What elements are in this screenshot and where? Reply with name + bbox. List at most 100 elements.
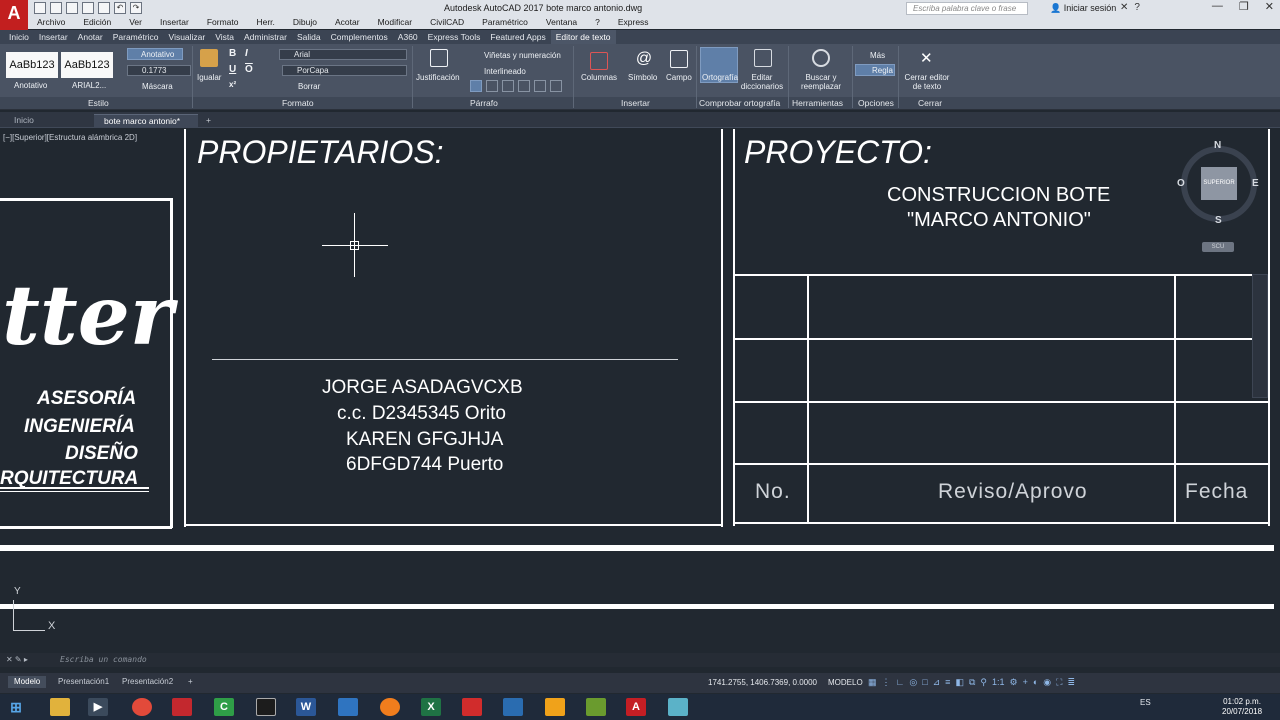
- viewcube-east[interactable]: E: [1252, 178, 1259, 189]
- taskbar-clock[interactable]: 01:02 p.m. 20/07/2018: [1222, 697, 1262, 717]
- isolate-objects-icon[interactable]: ◐: [1033, 677, 1038, 688]
- menu-help[interactable]: ?: [586, 17, 609, 29]
- chrome-icon[interactable]: [132, 698, 152, 716]
- language-indicator[interactable]: ES: [1140, 698, 1151, 707]
- viewcube-south[interactable]: S: [1215, 215, 1222, 226]
- tab-parametrico[interactable]: Paramétrico: [108, 30, 164, 44]
- search-input[interactable]: Escriba palabra clave o frase: [906, 2, 1028, 15]
- overline-button[interactable]: O: [245, 64, 253, 75]
- plus-icon[interactable]: +: [1023, 677, 1028, 688]
- help-icon[interactable]: ?: [1134, 2, 1140, 13]
- align-left-icon[interactable]: [470, 80, 482, 92]
- campo-button[interactable]: Campo: [666, 73, 692, 82]
- menu-parametrico[interactable]: Paramétrico: [473, 17, 537, 29]
- layout-tab-modelo[interactable]: Modelo: [8, 676, 47, 688]
- menu-herr[interactable]: Herr.: [247, 17, 283, 29]
- workspace-gear-icon[interactable]: ⚙: [1010, 677, 1018, 688]
- doc-tab-active[interactable]: bote marco antonio*: [94, 114, 198, 128]
- close-icon[interactable]: ✕: [1265, 0, 1274, 13]
- menu-archivo[interactable]: Archivo: [28, 17, 74, 29]
- doc-tab-inicio[interactable]: Inicio: [4, 114, 88, 128]
- bullets-button[interactable]: Viñetas y numeración: [484, 51, 561, 60]
- simbolo-button[interactable]: Símbolo: [628, 73, 657, 82]
- tab-express-tools[interactable]: Express Tools: [423, 30, 486, 44]
- transparency-icon[interactable]: ◧: [955, 677, 964, 688]
- justification-icon[interactable]: [430, 49, 448, 67]
- text-height-field[interactable]: 0.1773: [127, 65, 191, 76]
- tab-complementos[interactable]: Complementos: [326, 30, 393, 44]
- viewcube-west[interactable]: O: [1177, 178, 1185, 189]
- dictionary-icon[interactable]: [754, 49, 772, 67]
- underline-button[interactable]: U: [229, 64, 236, 75]
- clean-screen-icon[interactable]: ⛶: [1056, 677, 1062, 688]
- new-tab-icon[interactable]: +: [202, 114, 215, 128]
- app-icon[interactable]: [545, 698, 565, 716]
- cerrar-editor-button[interactable]: Cerrar editor de texto: [900, 73, 954, 91]
- menu-modificar[interactable]: Modificar: [369, 17, 421, 29]
- align-right-icon[interactable]: [502, 80, 514, 92]
- bold-button[interactable]: B: [229, 48, 236, 59]
- viewcube-face[interactable]: SUPERIOR: [1201, 167, 1237, 200]
- save-icon[interactable]: [66, 2, 78, 14]
- autocad-taskbar-icon[interactable]: A: [626, 698, 646, 716]
- snap-icon[interactable]: ⋮: [882, 677, 891, 688]
- pdf-icon[interactable]: [462, 698, 482, 716]
- layout-tab-presentacion1[interactable]: Presentación1: [52, 676, 115, 688]
- app-icon[interactable]: [172, 698, 192, 716]
- symbol-icon[interactable]: @: [635, 50, 653, 68]
- save-as-icon[interactable]: [82, 2, 94, 14]
- justificacion-button[interactable]: Justificación: [416, 73, 460, 82]
- mas-button[interactable]: Más: [870, 51, 885, 60]
- word-icon[interactable]: W: [296, 698, 316, 716]
- menu-formato[interactable]: Formato: [198, 17, 248, 29]
- menu-ventana[interactable]: Ventana: [537, 17, 586, 29]
- columns-icon[interactable]: [590, 52, 608, 70]
- panel-label-parrafo[interactable]: Párrafo: [470, 98, 498, 108]
- terminal-icon[interactable]: [256, 698, 276, 716]
- navigation-bar[interactable]: [1252, 274, 1268, 398]
- tab-editor-de-texto[interactable]: Editor de texto: [550, 30, 616, 44]
- line-spacing-button[interactable]: Interlineado: [484, 67, 526, 76]
- menu-edicion[interactable]: Edición: [74, 17, 120, 29]
- close-editor-icon[interactable]: ✕: [920, 49, 933, 67]
- tab-salida[interactable]: Salida: [292, 30, 326, 44]
- igualar-button[interactable]: Igualar: [197, 73, 221, 82]
- borrar-button[interactable]: Borrar: [298, 82, 320, 91]
- osnap-icon[interactable]: □: [922, 677, 927, 688]
- annotation-scale-icon[interactable]: 1:1: [992, 677, 1005, 688]
- civilcad-icon[interactable]: C: [214, 698, 234, 716]
- lineweight-icon[interactable]: ≡: [945, 677, 950, 688]
- excel-icon[interactable]: X: [421, 698, 441, 716]
- viewcube-north[interactable]: N: [1214, 140, 1221, 151]
- tab-a360[interactable]: A360: [393, 30, 423, 44]
- text-style-sample-1[interactable]: AaBb123: [6, 52, 58, 78]
- ucs-menu[interactable]: SCU: [1202, 242, 1234, 252]
- text-style-sample-2[interactable]: AaBb123: [61, 52, 113, 78]
- color-select[interactable]: PorCapa: [282, 65, 407, 76]
- app-icon[interactable]: [338, 698, 358, 716]
- undo-icon[interactable]: ↶: [114, 2, 126, 14]
- polar-icon[interactable]: ◎: [909, 677, 917, 688]
- field-icon[interactable]: [670, 50, 688, 68]
- command-close-icon[interactable]: ✕ ✎ ▸: [6, 655, 28, 664]
- menu-express[interactable]: Express: [609, 17, 658, 29]
- panel-label-formato[interactable]: Formato: [282, 98, 314, 108]
- selection-cycling-icon[interactable]: ⧉: [969, 677, 975, 688]
- italic-button[interactable]: I: [245, 48, 248, 59]
- tab-insertar[interactable]: Insertar: [34, 30, 73, 44]
- menu-insertar[interactable]: Insertar: [151, 17, 198, 29]
- menu-dibujo[interactable]: Dibujo: [284, 17, 326, 29]
- hardware-accel-icon[interactable]: ◉: [1043, 677, 1051, 688]
- annotation-visibility-icon[interactable]: ⚲: [980, 677, 987, 688]
- mascara-button[interactable]: Máscara: [142, 82, 173, 91]
- command-input[interactable]: Escriba un comando: [60, 655, 147, 664]
- new-file-icon[interactable]: [34, 2, 46, 14]
- find-replace-icon[interactable]: [812, 49, 830, 67]
- maximize-icon[interactable]: ❐: [1239, 0, 1249, 13]
- columnas-button[interactable]: Columnas: [581, 73, 617, 82]
- menu-ver[interactable]: Ver: [120, 17, 151, 29]
- firefox-icon[interactable]: [380, 698, 400, 716]
- tab-featured-apps[interactable]: Featured Apps: [485, 30, 550, 44]
- customize-icon[interactable]: ≣: [1067, 677, 1075, 688]
- menu-acotar[interactable]: Acotar: [326, 17, 369, 29]
